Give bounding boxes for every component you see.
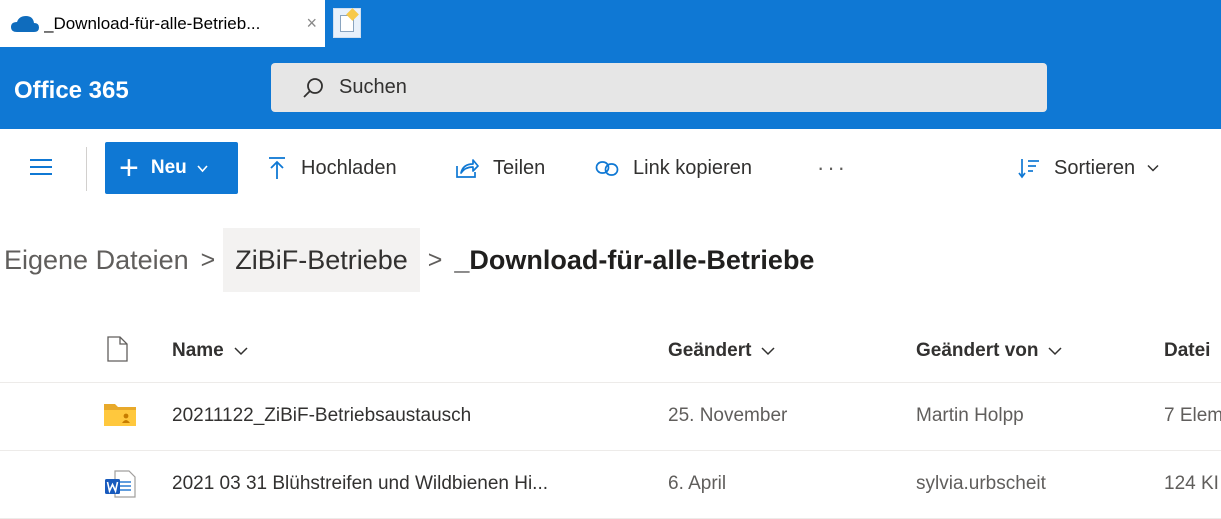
file-size: 124 KI: [1164, 473, 1219, 494]
sort-icon: [1018, 159, 1039, 179]
chevron-down-icon: [1048, 347, 1063, 356]
upload-button[interactable]: Hochladen: [267, 151, 397, 185]
file-modified: 25. November: [668, 405, 788, 426]
column-header-modified-by[interactable]: Geändert von: [916, 340, 1063, 362]
upload-label: Hochladen: [301, 156, 397, 179]
file-modified-by: Martin Holpp: [916, 405, 1024, 426]
copy-link-label: Link kopieren: [633, 156, 752, 179]
file-size: 7 Elem: [1164, 405, 1221, 426]
command-bar: + Neu Hochladen Teilen Link kopieren ···: [0, 129, 1221, 207]
upload-icon: [269, 157, 285, 179]
file-modified-by: sylvia.urbscheit: [916, 473, 1046, 494]
breadcrumb-current: _Download-für-alle-Betriebe: [454, 244, 815, 275]
column-header-size[interactable]: Datei: [1164, 340, 1210, 362]
breadcrumb: Eigene Dateien > ZiBiF-Betriebe > _Downl…: [0, 228, 818, 292]
column-modified-label: Geändert: [668, 340, 752, 361]
share-icon: [456, 159, 479, 178]
suite-header: Office 365 Suchen: [0, 47, 1221, 129]
divider: [86, 147, 87, 191]
file-row[interactable]: 2021 03 31 Blühstreifen und Wildbienen H…: [0, 451, 1221, 519]
share-label: Teilen: [493, 156, 546, 179]
browser-tab-title: _Download-für-alle-Betrieb...: [44, 13, 261, 33]
breadcrumb-root[interactable]: Eigene Dateien: [0, 228, 193, 292]
column-name-label: Name: [172, 340, 224, 361]
close-tab-icon[interactable]: ×: [306, 13, 317, 34]
file-modified: 6. April: [668, 473, 727, 494]
link-icon: [595, 161, 619, 176]
new-tab-button[interactable]: [333, 8, 361, 38]
onedrive-cloud-icon: [11, 15, 39, 32]
file-name[interactable]: 2021 03 31 Blühstreifen und Wildbienen H…: [172, 473, 548, 495]
share-button[interactable]: Teilen: [455, 151, 545, 185]
file-row[interactable]: 20211122_ZiBiF-Betriebsaustausch 25. Nov…: [0, 383, 1221, 451]
breadcrumb-separator: >: [200, 245, 216, 274]
column-header-name[interactable]: Name: [172, 340, 248, 362]
column-header-modified[interactable]: Geändert: [668, 340, 775, 362]
chevron-down-icon: [197, 164, 208, 172]
browser-tab-strip: _Download-für-alle-Betrieb... ×: [0, 0, 1221, 47]
breadcrumb-separator: >: [427, 245, 443, 274]
search-icon: [303, 77, 323, 98]
file-list-header: Name Geändert Geändert von Datei: [0, 322, 1221, 383]
app-brand[interactable]: Office 365: [14, 77, 129, 105]
chevron-down-icon: [1147, 164, 1159, 172]
new-button[interactable]: + Neu: [105, 142, 238, 194]
column-modified-by-label: Geändert von: [916, 340, 1039, 361]
sort-label: Sortieren: [1054, 156, 1136, 179]
chevron-down-icon: [234, 347, 248, 356]
breadcrumb-parent[interactable]: ZiBiF-Betriebe: [223, 228, 420, 292]
new-button-label: Neu: [150, 157, 187, 178]
file-type-icon[interactable]: [106, 336, 128, 362]
browser-tab[interactable]: _Download-für-alle-Betrieb... ×: [0, 0, 325, 47]
copy-link-button[interactable]: Link kopieren: [595, 151, 752, 185]
search-box[interactable]: Suchen: [271, 63, 1047, 112]
file-name[interactable]: 20211122_ZiBiF-Betriebsaustausch: [172, 405, 471, 427]
chevron-down-icon: [761, 347, 775, 356]
shared-folder-icon: [104, 404, 136, 426]
word-document-icon: [105, 470, 136, 498]
search-input[interactable]: Suchen: [339, 76, 407, 99]
sort-button[interactable]: Sortieren: [1018, 151, 1159, 185]
hamburger-menu-icon[interactable]: [30, 159, 52, 177]
column-size-label: Datei: [1164, 340, 1211, 361]
more-options-button[interactable]: ···: [817, 155, 848, 181]
plus-icon: +: [119, 149, 139, 187]
